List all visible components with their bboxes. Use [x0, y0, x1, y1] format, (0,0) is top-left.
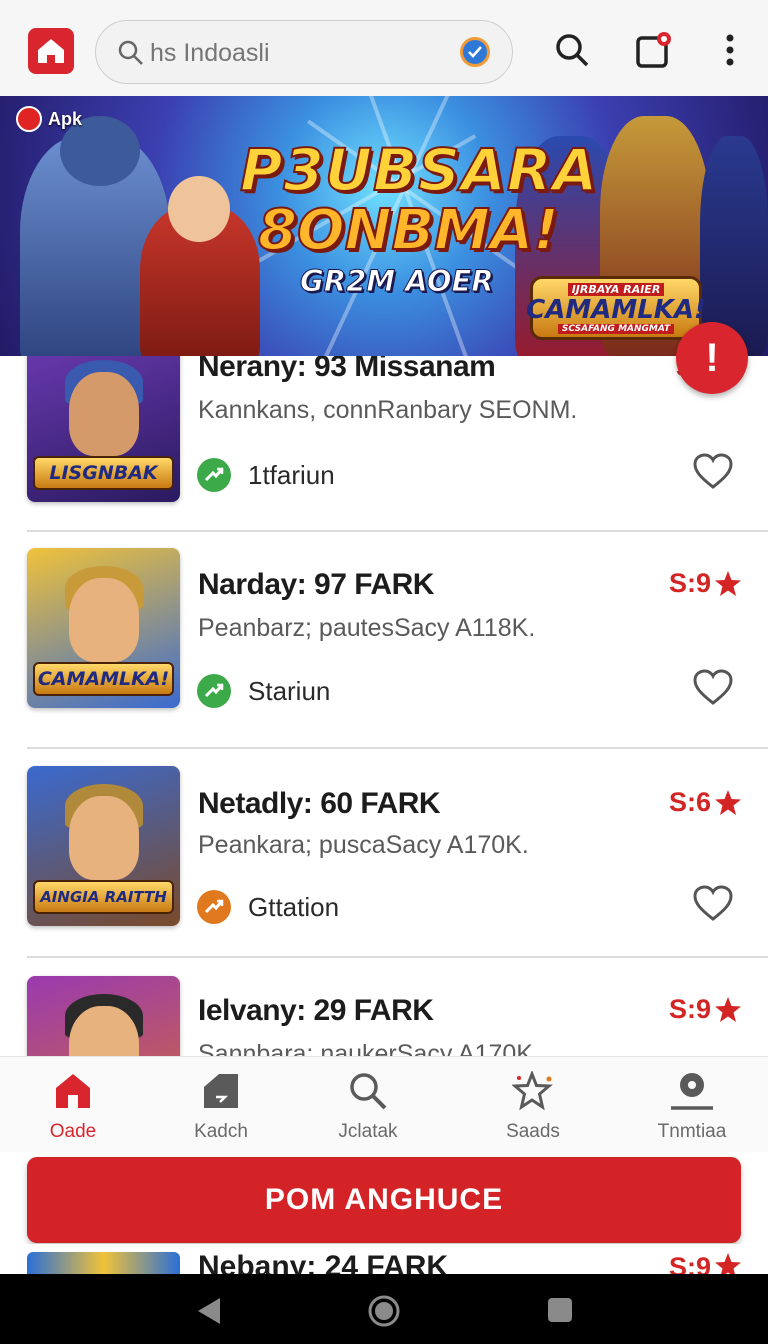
game-title: Nerany: 93 Missanam [198, 356, 496, 383]
thumb-caption: AINGIA RAITTH [33, 880, 174, 914]
top-bar [0, 0, 768, 96]
game-title: Narday: 97 FARK [198, 568, 434, 601]
game-title: Nebany: 24 FARK [198, 1250, 449, 1274]
thumb-figure [69, 578, 139, 662]
bottom-nav: Oade Kadch Jclatak Saads Tnmtiaa [0, 1056, 768, 1152]
recents-icon[interactable] [546, 1296, 574, 1324]
more-menu-button[interactable] [710, 30, 750, 70]
game-thumbnail: CAMAMLKA! [27, 548, 180, 708]
game-logo-sub: SCSAFANG MANGMAT [557, 323, 675, 334]
rating-badge: S:9 [669, 568, 742, 599]
rating-value: S:9 [668, 568, 711, 598]
status-icon [197, 458, 231, 492]
thumb-caption: LISGNBAK [33, 456, 174, 490]
banner-subtitle: GR2M AOER [300, 264, 495, 299]
nav-label: Kadch [194, 1121, 248, 1142]
nav-label: Jclatak [338, 1121, 398, 1142]
source-label: Apk [48, 108, 83, 129]
home-button-icon[interactable] [367, 1294, 401, 1328]
star-icon [512, 1071, 553, 1111]
nav-label: Saads [506, 1121, 560, 1142]
rating-badge: S:9 [669, 994, 742, 1025]
verified-badge-icon [460, 37, 490, 67]
list-item-peek[interactable]: Nebany: 24 FARK S:9 [0, 1244, 768, 1274]
star-icon [715, 570, 741, 596]
promo-banner[interactable]: Apk P3UBSARA 8ONBMA! GR2M AOER IJRBAYA R… [0, 96, 768, 356]
game-thumbnail: AINGIA RAITTH [27, 766, 180, 926]
nav-label: Tnmtiaa [657, 1121, 727, 1142]
list-item[interactable]: AINGIA RAITTH Netadly: 60 FARK Peankara;… [0, 749, 768, 963]
search-button[interactable] [552, 30, 592, 70]
nav-tab-search[interactable]: Jclatak [313, 1071, 423, 1147]
nav-tab-saved[interactable]: Saads [478, 1071, 588, 1147]
game-list: LISGNBAK Nerany: 93 Missanam Kannkans, c… [0, 356, 768, 1056]
list-item[interactable]: LISGNBAK Nerany: 93 Missanam Kannkans, c… [0, 356, 768, 530]
more-vertical-icon [726, 34, 734, 66]
primary-cta-button[interactable]: POM ANGHUCE [27, 1157, 741, 1243]
rating-value: S:9 [668, 994, 711, 1024]
rating-badge: S:6 [669, 787, 742, 818]
status-tag: Gttation [248, 892, 340, 922]
game-title: Netadly: 60 FARK [198, 787, 441, 820]
nav-tab-tags[interactable]: Kadch [166, 1071, 276, 1147]
favorite-heart-icon[interactable] [692, 668, 734, 706]
banner-title-line1: P3UBSARA [239, 135, 599, 205]
status-tag: 1tfariun [248, 460, 335, 490]
status-icon [197, 890, 231, 924]
profile-icon [671, 1073, 713, 1110]
system-nav-bar [0, 1274, 768, 1344]
star-icon [715, 1253, 741, 1274]
source-badge: Apk [16, 106, 82, 132]
list-item[interactable]: Ielvany: 29 FARK Sannbara; naukerSacy A1… [0, 958, 768, 1056]
game-logo: IJRBAYA RAIER CAMAMLKA! SCSAFANG MANGMAT [526, 276, 706, 340]
star-icon [715, 789, 741, 815]
game-logo-top: IJRBAYA RAIER [567, 282, 665, 296]
game-thumbnail [27, 976, 180, 1056]
nav-tab-home[interactable]: Oade [18, 1071, 128, 1147]
game-description: Kannkans, connRanbary SEONM. [198, 396, 578, 424]
notifications-button[interactable] [634, 30, 674, 70]
game-thumbnail: LISGNBAK [27, 356, 180, 502]
favorite-heart-icon[interactable] [692, 884, 734, 922]
banner-title-line2: 8ONBMA! [257, 197, 560, 264]
status-icon [197, 674, 231, 708]
nav-tab-profile[interactable]: Tnmtiaa [637, 1071, 747, 1147]
home-icon [56, 1074, 90, 1108]
search-input[interactable] [150, 35, 440, 71]
alert-badge[interactable]: ! [676, 322, 748, 394]
game-thumbnail [27, 1252, 180, 1274]
app-logo-icon[interactable] [28, 28, 74, 74]
rating-badge: S:9 [669, 1252, 742, 1274]
game-title: Ielvany: 29 FARK [198, 994, 434, 1027]
search-icon [350, 1073, 387, 1110]
search-icon [118, 40, 143, 65]
thumb-figure [69, 796, 139, 880]
thumb-caption: CAMAMLKA! [33, 662, 174, 696]
tag-icon [204, 1074, 238, 1108]
hero-face-figure [168, 176, 230, 242]
nav-label: Oade [49, 1121, 97, 1142]
star-icon [715, 996, 741, 1022]
game-logo-main: CAMAMLKA! [526, 294, 706, 325]
list-item[interactable]: CAMAMLKA! Narday: 97 FARK Peanbarz; paut… [0, 532, 768, 746]
status-tag: Stariun [248, 676, 331, 706]
game-description: Peanbarz; pautesSacy A118K. [198, 614, 536, 642]
search-bar[interactable] [95, 20, 513, 84]
game-description: Sannbara; naukerSacy A170K. [198, 1040, 540, 1056]
back-icon[interactable] [194, 1296, 224, 1326]
search-icon [556, 34, 589, 67]
rating-value: S:9 [668, 1252, 711, 1274]
favorite-heart-icon[interactable] [692, 452, 734, 490]
game-description: Peankara; puscaSacy A170K. [198, 831, 529, 859]
notification-icon [636, 32, 671, 68]
apk-logo-icon [16, 106, 42, 132]
rating-value: S:6 [668, 787, 711, 817]
thumb-figure [69, 372, 139, 456]
